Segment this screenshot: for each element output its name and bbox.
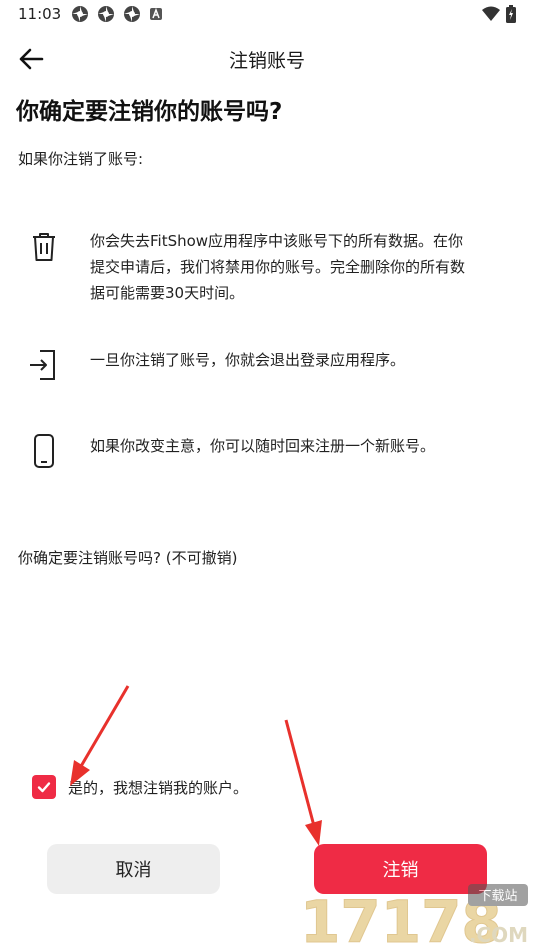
info-line: 如果你改变主意，你可以随时回来注册一个新账号。 — [90, 437, 436, 455]
app-bar: 注销账号 — [0, 36, 534, 80]
info-item-reregister: 如果你改变主意，你可以随时回来注册一个新账号。 — [26, 433, 506, 473]
annotation-arrows — [70, 685, 322, 846]
arrow-to-deactivate — [284, 719, 322, 846]
pinwheel-icon — [124, 6, 141, 22]
wifi-icon — [482, 6, 500, 21]
info-line: 据可能需要30天时间。 — [90, 284, 245, 302]
deactivate-button[interactable]: 注销 — [314, 844, 487, 894]
agree-label: 是的，我想注销我的账户。 — [68, 778, 249, 797]
info-item-data-loss: 你会失去FitShow应用程序中该账号下的所有数据。在你 提交申请后，我们将禁用… — [26, 228, 506, 306]
watermark-number: 17178 — [300, 888, 502, 950]
watermark-domain: .COM — [469, 923, 528, 947]
headline: 你确定要注销你的账号吗? — [16, 99, 283, 125]
letter-a-icon — [150, 7, 163, 20]
logout-icon — [30, 350, 55, 380]
info-icon — [26, 433, 62, 473]
trash-icon — [33, 233, 55, 261]
notification-icons — [71, 5, 163, 23]
info-line: 你会失去FitShow应用程序中该账号下的所有数据。在你 — [90, 232, 464, 250]
info-item-logout: 一旦你注销了账号，你就会退出登录应用程序。 — [26, 347, 506, 387]
info-line: 一旦你注销了账号，你就会退出登录应用程序。 — [90, 351, 406, 369]
phone-icon — [34, 434, 54, 468]
status-time: 11:03 — [18, 5, 62, 23]
watermark-tag: 下载站 — [478, 889, 517, 904]
info-text: 如果你改变主意，你可以随时回来注册一个新账号。 — [90, 433, 490, 459]
info-text: 你会失去FitShow应用程序中该账号下的所有数据。在你 提交申请后，我们将禁用… — [90, 228, 490, 306]
confirm-question: 你确定要注销账号吗? (不可撤销) — [18, 549, 238, 567]
check-icon — [37, 782, 51, 793]
info-text: 一旦你注销了账号，你就会退出登录应用程序。 — [90, 347, 490, 373]
info-line: 提交申请后，我们将禁用你的账号。完全删除你的所有数 — [90, 258, 466, 276]
arrow-to-checkbox — [70, 685, 130, 786]
cancel-button[interactable]: 取消 — [47, 844, 220, 894]
status-right — [482, 5, 516, 23]
agree-checkbox[interactable] — [32, 775, 56, 799]
pinwheel-icon — [98, 6, 115, 22]
status-bar: 11:03 — [0, 0, 534, 28]
agree-row[interactable]: 是的，我想注销我的账户。 — [32, 775, 248, 799]
info-icon — [26, 228, 62, 268]
intro-text: 如果你注销了账号: — [18, 150, 144, 168]
status-left: 11:03 — [18, 5, 163, 23]
pinwheel-icon — [72, 6, 89, 22]
info-icon — [26, 347, 62, 387]
battery-icon — [506, 5, 516, 23]
page-title: 注销账号 — [228, 50, 305, 72]
